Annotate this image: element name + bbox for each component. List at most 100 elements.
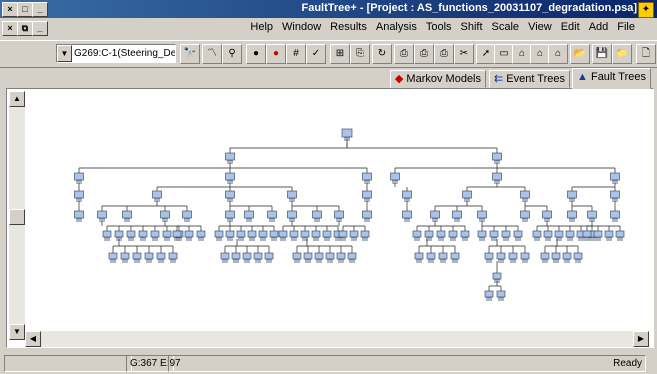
fault-tree-gate[interactable] bbox=[97, 210, 107, 222]
scroll-down-icon[interactable]: ▼ bbox=[9, 324, 25, 340]
fault-tree-gate[interactable] bbox=[74, 172, 84, 184]
fault-tree-gate[interactable] bbox=[349, 230, 359, 241]
scroll-up-icon[interactable]: ▲ bbox=[9, 91, 25, 107]
refresh-icon[interactable]: ↻ bbox=[372, 44, 392, 64]
fault-tree-canvas[interactable] bbox=[6, 88, 654, 348]
fault-tree-gate[interactable] bbox=[172, 230, 182, 241]
add-event-icon[interactable]: ▭ bbox=[494, 44, 514, 64]
page-icon[interactable]: ⎘ bbox=[350, 44, 370, 64]
menu-scale[interactable]: Scale bbox=[492, 21, 520, 33]
fault-tree-gate[interactable] bbox=[402, 190, 412, 202]
fault-tree-gate[interactable] bbox=[289, 230, 299, 241]
new-icon[interactable]: 🗋 bbox=[636, 44, 656, 64]
fault-tree-gate[interactable] bbox=[314, 252, 324, 263]
fault-tree-gate[interactable] bbox=[287, 210, 297, 222]
fault-tree-gate[interactable] bbox=[438, 252, 448, 263]
traffic-light-red-icon[interactable]: ● bbox=[246, 44, 266, 64]
fault-tree-gate[interactable] bbox=[303, 252, 313, 263]
fault-tree-gate[interactable] bbox=[414, 252, 424, 263]
fault-tree-gate[interactable] bbox=[300, 230, 310, 241]
close-icon[interactable]: × bbox=[2, 2, 18, 17]
fault-tree-gate[interactable] bbox=[362, 210, 372, 222]
tab-markov-models[interactable]: ◆ Markov Models bbox=[389, 70, 486, 88]
fault-tree-gate[interactable] bbox=[225, 230, 235, 241]
fault-tree-gate[interactable] bbox=[120, 252, 130, 263]
print-setup-icon[interactable]: ⎙ bbox=[434, 44, 454, 64]
add-or-gate-icon[interactable]: ⌂ bbox=[512, 44, 532, 64]
fault-tree-gate[interactable] bbox=[311, 230, 321, 241]
fault-tree-gate[interactable] bbox=[513, 230, 523, 241]
fault-tree-gate[interactable] bbox=[160, 210, 170, 222]
fault-tree-gate[interactable] bbox=[338, 230, 348, 241]
fault-tree-gate[interactable] bbox=[426, 252, 436, 263]
fault-tree-gate[interactable] bbox=[336, 252, 346, 263]
fault-tree-gate[interactable] bbox=[126, 230, 136, 241]
menu-edit[interactable]: Edit bbox=[561, 21, 580, 33]
fault-tree-gate[interactable] bbox=[492, 172, 502, 184]
fault-tree-gate[interactable] bbox=[540, 252, 550, 263]
fault-tree-gate[interactable] bbox=[292, 252, 302, 263]
minimize-icon[interactable]: _ bbox=[32, 2, 48, 17]
fault-tree-gate[interactable] bbox=[450, 252, 460, 263]
faulttree-app-icon[interactable]: ✦ bbox=[638, 2, 654, 18]
fault-tree-gate[interactable] bbox=[362, 172, 372, 184]
add-gate-icon[interactable]: ⌂ bbox=[548, 44, 568, 64]
fault-tree-gate[interactable] bbox=[492, 152, 502, 164]
fault-tree-gate[interactable] bbox=[225, 152, 235, 164]
fault-tree-gate[interactable] bbox=[551, 252, 561, 263]
scroll-left-icon[interactable]: ◀ bbox=[25, 331, 41, 347]
grid-icon[interactable]: # bbox=[286, 44, 306, 64]
menu-tools[interactable]: Tools bbox=[426, 21, 452, 33]
fault-tree-gate[interactable] bbox=[615, 230, 625, 241]
fault-tree-gate[interactable] bbox=[322, 230, 332, 241]
fault-tree-gate[interactable] bbox=[225, 190, 235, 202]
fault-tree-gate[interactable] bbox=[156, 252, 166, 263]
fault-tree-gate[interactable] bbox=[604, 230, 614, 241]
fault-tree-gate[interactable] bbox=[132, 252, 142, 263]
fault-tree-gate[interactable] bbox=[610, 172, 620, 184]
fault-tree-gate[interactable] bbox=[520, 252, 530, 263]
fault-tree-gate[interactable] bbox=[347, 252, 357, 263]
fault-tree-gate[interactable] bbox=[492, 272, 502, 283]
fault-tree-gate[interactable] bbox=[341, 128, 353, 141]
fault-tree-gate[interactable] bbox=[138, 230, 148, 241]
fault-tree-gate[interactable] bbox=[424, 230, 434, 241]
fault-tree-gate[interactable] bbox=[593, 230, 603, 241]
fault-tree-gate[interactable] bbox=[312, 210, 322, 222]
fault-tree-gate[interactable] bbox=[484, 290, 494, 301]
fault-tree-gate[interactable] bbox=[542, 210, 552, 222]
fault-tree-gate[interactable] bbox=[610, 190, 620, 202]
fault-tree-gate[interactable] bbox=[247, 230, 257, 241]
key-icon[interactable]: ⚲ bbox=[222, 44, 242, 64]
fault-tree-gate[interactable] bbox=[168, 252, 178, 263]
save-icon[interactable]: 💾 bbox=[592, 44, 612, 64]
fault-tree-gate[interactable] bbox=[360, 230, 370, 241]
fault-tree-gate[interactable] bbox=[214, 230, 224, 241]
child-close-icon[interactable]: × bbox=[2, 21, 18, 36]
chevron-down-icon[interactable]: ▼ bbox=[57, 45, 72, 62]
fault-tree-gate[interactable] bbox=[508, 252, 518, 263]
fault-tree-gate[interactable] bbox=[554, 230, 564, 241]
fault-tree-gate[interactable] bbox=[532, 230, 542, 241]
fault-tree-gate[interactable] bbox=[582, 230, 592, 241]
print-preview-icon[interactable]: ⎙ bbox=[414, 44, 434, 64]
fault-tree-gate[interactable] bbox=[236, 230, 246, 241]
fault-tree-gate[interactable] bbox=[287, 190, 297, 202]
fault-tree-gate[interactable] bbox=[390, 172, 400, 184]
traffic-light-icon[interactable]: ● bbox=[266, 44, 286, 64]
fault-tree-gate[interactable] bbox=[448, 230, 458, 241]
fault-tree-gate[interactable] bbox=[162, 230, 172, 241]
fault-tree-gate[interactable] bbox=[264, 252, 274, 263]
fault-tree-gate[interactable] bbox=[412, 230, 422, 241]
fault-tree-gate[interactable] bbox=[269, 230, 279, 241]
tab-event-trees[interactable]: ⇇ Event Trees bbox=[489, 70, 570, 88]
chart-icon[interactable]: 〽 bbox=[202, 44, 222, 64]
fault-tree-gate[interactable] bbox=[74, 190, 84, 202]
fault-tree-gate[interactable] bbox=[489, 230, 499, 241]
fault-tree-gate[interactable] bbox=[430, 210, 440, 222]
fault-tree-gate[interactable] bbox=[610, 210, 620, 222]
fault-tree-gate[interactable] bbox=[102, 230, 112, 241]
open-icon[interactable]: 📂 bbox=[570, 44, 590, 64]
menu-results[interactable]: Results bbox=[330, 21, 367, 33]
fault-tree-gate[interactable] bbox=[278, 230, 288, 241]
